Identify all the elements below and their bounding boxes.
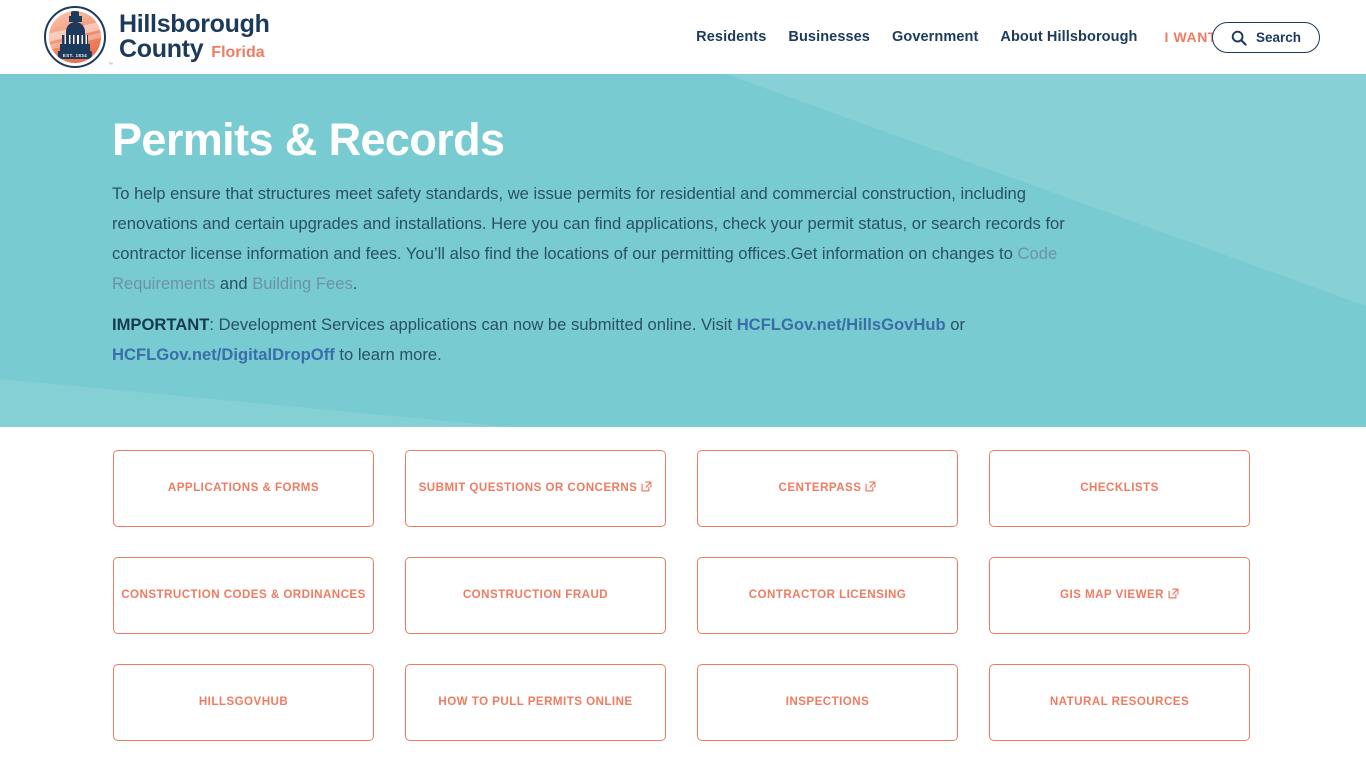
hero-para1-text-2: and bbox=[215, 274, 253, 293]
card-construction-fraud[interactable]: Construction Fraud bbox=[405, 557, 666, 634]
card-row: Applications & Forms Submit Questions or … bbox=[0, 450, 1366, 527]
search-icon bbox=[1231, 30, 1247, 46]
page-title: Permits & Records bbox=[112, 114, 505, 165]
seal-inner: EST. 1834 bbox=[49, 11, 101, 63]
card-label: Inspections bbox=[785, 695, 870, 709]
primary-navigation: Residents Businesses Government About Hi… bbox=[685, 0, 1266, 74]
card-construction-codes-and-ordinances[interactable]: Construction Codes & Ordinances bbox=[113, 557, 374, 634]
card-row: HillsGovHub How to Pull Permits Online Ins… bbox=[0, 664, 1366, 741]
card-label: Submit Questions or Concerns bbox=[419, 481, 653, 495]
hero-para1-text-1: To help ensure that structures meet safe… bbox=[112, 184, 1065, 263]
card-label: GIS Map Viewer bbox=[1060, 588, 1179, 602]
hero-content: Permits & Records To help ensure that st… bbox=[0, 74, 1110, 370]
external-link-icon bbox=[641, 481, 652, 492]
hero-paragraph-2: IMPORTANT: Development Services applicat… bbox=[112, 310, 1110, 370]
card-checklists[interactable]: Checklists bbox=[989, 450, 1250, 527]
external-link-icon bbox=[865, 481, 876, 492]
card-label: CenterPass bbox=[779, 481, 877, 495]
hero-para1-text-3: . bbox=[352, 274, 358, 293]
external-link-icon bbox=[1168, 588, 1179, 599]
search-button-label: Search bbox=[1255, 30, 1301, 45]
nav-businesses[interactable]: Businesses bbox=[777, 29, 881, 45]
hero-decorative-triangle-bottom bbox=[0, 379, 510, 427]
brand-county-text: County bbox=[119, 35, 204, 63]
brand-logo[interactable]: EST. 1834 ™ Hillsborough County Florida bbox=[44, 5, 270, 69]
card-label: Checklists bbox=[1080, 481, 1159, 495]
nav-government[interactable]: Government bbox=[881, 29, 989, 45]
card-centerpass[interactable]: CenterPass bbox=[697, 450, 958, 527]
card-label: How to Pull Permits Online bbox=[438, 695, 633, 709]
courthouse-icon bbox=[60, 11, 90, 55]
card-gis-map-viewer[interactable]: GIS Map Viewer bbox=[989, 557, 1250, 634]
seal-dome bbox=[65, 21, 85, 35]
card-label: Applications & Forms bbox=[167, 481, 320, 495]
nav-residents[interactable]: Residents bbox=[685, 29, 777, 45]
card-submit-questions-or-concerns[interactable]: Submit Questions or Concerns bbox=[405, 450, 666, 527]
card-label: HillsGovHub bbox=[198, 695, 289, 709]
hero-paragraph-1: To help ensure that structures meet safe… bbox=[112, 179, 1110, 299]
card-label: Natural Resources bbox=[1049, 695, 1190, 709]
card-hillsgovhub[interactable]: HillsGovHub bbox=[113, 664, 374, 741]
brand-state-text: Florida bbox=[211, 44, 265, 61]
link-building-fees[interactable]: Building Fees bbox=[252, 274, 353, 293]
brand-name-line2: County Florida bbox=[119, 35, 270, 63]
brand-wordmark: Hillsborough County Florida bbox=[119, 9, 270, 63]
hero-para2-text-3: to learn more. bbox=[334, 345, 442, 364]
seal-est-banner: EST. 1834 bbox=[57, 51, 93, 60]
card-label: Contractor Licensing bbox=[748, 588, 907, 602]
quick-links-grid: Applications & Forms Submit Questions or … bbox=[0, 427, 1366, 741]
seal-columns bbox=[62, 34, 88, 44]
card-row: Construction Codes & Ordinances Construct… bbox=[0, 557, 1366, 634]
important-label: IMPORTANT bbox=[112, 315, 210, 334]
card-contractor-licensing[interactable]: Contractor Licensing bbox=[697, 557, 958, 634]
card-applications-and-forms[interactable]: Applications & Forms bbox=[113, 450, 374, 527]
brand-name-line1: Hillsborough bbox=[119, 9, 270, 38]
card-label: Construction Codes & Ordinances bbox=[121, 588, 366, 602]
search-button[interactable]: Search bbox=[1211, 22, 1320, 53]
county-seal-icon: EST. 1834 ™ bbox=[44, 6, 113, 68]
seal-ring: EST. 1834 bbox=[44, 6, 106, 68]
hero-para2-text-2: or bbox=[945, 315, 966, 334]
card-inspections[interactable]: Inspections bbox=[697, 664, 958, 741]
card-label: Construction Fraud bbox=[462, 588, 609, 602]
trademark-mark: ™ bbox=[108, 62, 113, 68]
link-hillsgovhub[interactable]: HCFLGov.net/HillsGovHub bbox=[737, 315, 946, 334]
nav-about-hillsborough[interactable]: About Hillsborough bbox=[989, 29, 1148, 45]
hero-banner: Permits & Records To help ensure that st… bbox=[0, 74, 1366, 427]
card-natural-resources[interactable]: Natural Resources bbox=[989, 664, 1250, 741]
site-header: EST. 1834 ™ Hillsborough County Florida … bbox=[0, 0, 1366, 74]
hero-para2-text-1: : Development Services applications can … bbox=[209, 315, 737, 334]
link-digitaldropoff[interactable]: HCFLGov.net/DigitalDropOff bbox=[112, 345, 335, 364]
card-how-to-pull-permits-online[interactable]: How to Pull Permits Online bbox=[405, 664, 666, 741]
